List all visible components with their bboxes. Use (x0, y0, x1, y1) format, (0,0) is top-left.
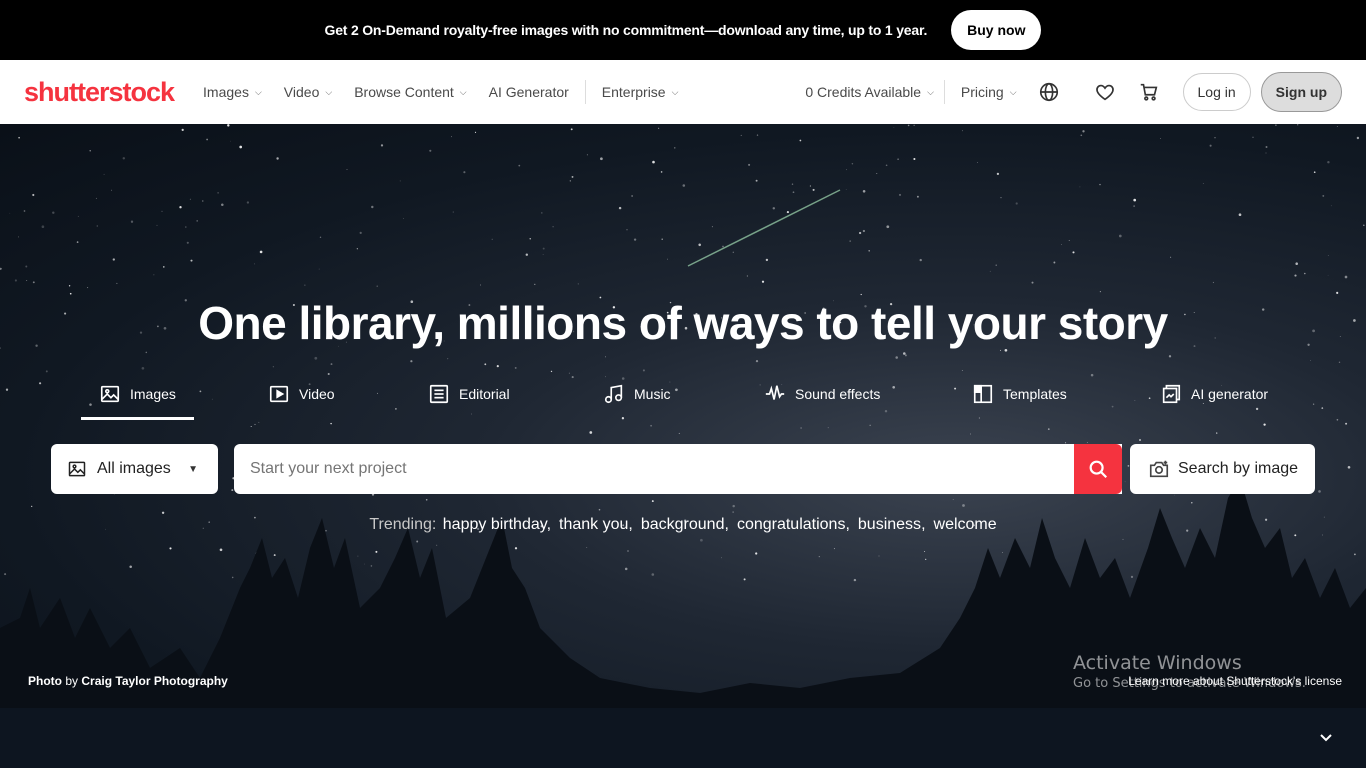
search-by-image-button[interactable]: Search by image (1130, 444, 1315, 494)
nav-images-label: Images (203, 84, 249, 100)
search-button[interactable] (1074, 444, 1122, 494)
asset-type-label: All images (97, 460, 171, 477)
search-by-image-label: Search by image (1178, 460, 1299, 477)
tab-sound-effects[interactable]: Sound effects (764, 385, 881, 420)
globe-icon[interactable] (1037, 80, 1061, 104)
trending-link[interactable]: background (641, 516, 725, 533)
templates-icon (973, 384, 993, 404)
trending-separator: , (724, 516, 729, 533)
nav-actions: 0 Credits Available ⌵ Pricing ⌵ Log in Sig… (805, 72, 1342, 112)
chevron-down-icon[interactable] (1318, 730, 1334, 746)
tab-music-label: Music (634, 386, 671, 402)
cart-icon[interactable] (1137, 80, 1161, 104)
credits-label: 0 Credits Available (805, 84, 922, 100)
trending-label: Trending: (369, 516, 437, 533)
chevron-down-icon: ⌵ (459, 86, 467, 97)
tab-video[interactable]: Video (268, 385, 335, 420)
tab-editorial[interactable]: Editorial (428, 384, 510, 420)
bottom-bar (0, 708, 1366, 768)
chevron-down-icon: ⌵ (325, 86, 333, 97)
hero-title: One library, millions of ways to tell yo… (198, 297, 1168, 349)
trending-link[interactable]: happy birthday (443, 516, 547, 533)
asset-type-select[interactable]: All images ▼ (51, 444, 218, 494)
pricing-dropdown[interactable]: Pricing ⌵ (961, 84, 1017, 100)
promo-banner: Get 2 On-Demand royalty-free images with… (0, 0, 1366, 60)
tab-images[interactable]: Images (81, 385, 194, 420)
top-nav: shutterstock Images ⌵ Video ⌵ Browse Conte… (0, 60, 1366, 124)
tab-ai-generator[interactable]: AI generator (1160, 384, 1269, 420)
pricing-label: Pricing (960, 84, 1004, 100)
tab-music[interactable]: Music (603, 384, 671, 420)
nav-divider (943, 80, 945, 104)
ai-generator-icon (1162, 384, 1181, 404)
nav-video[interactable]: Video ⌵ (284, 84, 332, 100)
watermark-line1: Activate Windows (1073, 652, 1242, 674)
media-type-tabs: Images Video Editorial Music Sound effec… (0, 384, 1366, 420)
heart-icon[interactable] (1093, 80, 1117, 104)
nav-browse-content-label: Browse Content (354, 84, 454, 100)
credit-by: by (65, 674, 79, 688)
trending-link[interactable]: business (858, 516, 921, 533)
trending-link[interactable]: welcome (934, 516, 997, 533)
search-bar: All images ▼ Search by image (51, 444, 1315, 494)
nav-ai-generator-label: AI Generator (488, 84, 569, 100)
nav-browse-content[interactable]: Browse Content ⌵ (354, 84, 466, 100)
credit-photographer-link[interactable]: Craig Taylor Photography (81, 674, 227, 688)
chevron-down-icon: ⌵ (927, 86, 934, 97)
tab-templates[interactable]: Templates (972, 384, 1067, 420)
promo-text: Get 2 On-Demand royalty-free images with… (324, 22, 928, 38)
music-icon (604, 384, 623, 404)
camera-search-icon (1149, 460, 1169, 478)
trending-searches: Trending: happy birthday, thank you, backg… (0, 516, 1366, 534)
nav-enterprise-label: Enterprise (601, 84, 666, 100)
search-input[interactable] (234, 444, 1122, 494)
trending-separator: , (845, 516, 850, 533)
chevron-down-icon: ⌵ (1009, 86, 1017, 97)
buy-now-button[interactable]: Buy now (951, 10, 1042, 50)
credits-dropdown[interactable]: 0 Credits Available ⌵ (805, 84, 934, 100)
tab-editorial-label: Editorial (459, 386, 510, 402)
tab-ai-generator-label: AI generator (1191, 386, 1269, 402)
chevron-down-icon: ⌵ (254, 86, 262, 97)
hero-section: One library, millions of ways to tell yo… (0, 124, 1366, 708)
nav-ai-generator[interactable]: AI Generator (489, 84, 569, 100)
image-icon (68, 461, 86, 477)
credit-prefix: Photo (28, 674, 62, 688)
image-icon (100, 385, 120, 403)
license-link[interactable]: Learn more about Shutterstock's license (1128, 674, 1342, 688)
nav-images[interactable]: Images ⌵ (203, 84, 262, 100)
editorial-icon (429, 384, 449, 404)
tab-sound-effects-label: Sound effects (795, 386, 881, 402)
search-icon (1089, 460, 1108, 479)
tab-images-label: Images (130, 386, 176, 402)
tab-templates-label: Templates (1003, 386, 1067, 402)
nav-enterprise[interactable]: Enterprise ⌵ (602, 84, 679, 100)
video-icon (269, 385, 289, 403)
chevron-down-icon: ⌵ (671, 86, 679, 97)
trending-separator: , (921, 516, 926, 533)
trending-separator: , (628, 516, 633, 533)
nav-menu: Images ⌵ Video ⌵ Browse Content ⌵ AI Genera… (203, 80, 700, 104)
trending-link[interactable]: congratulations (737, 516, 846, 533)
trending-separator: , (546, 516, 552, 533)
waveform-icon (765, 385, 785, 400)
nav-video-label: Video (283, 84, 320, 100)
login-button[interactable]: Log in (1182, 73, 1251, 111)
signup-button[interactable]: Sign up (1260, 72, 1342, 112)
shutterstock-logo[interactable]: shutterstock (24, 77, 175, 108)
photo-credit: Photo by Craig Taylor Photography (28, 674, 228, 688)
nav-divider (584, 80, 586, 104)
caret-down-icon: ▼ (188, 463, 198, 475)
tab-video-label: Video (299, 386, 335, 402)
trending-link[interactable]: thank you (559, 516, 628, 533)
